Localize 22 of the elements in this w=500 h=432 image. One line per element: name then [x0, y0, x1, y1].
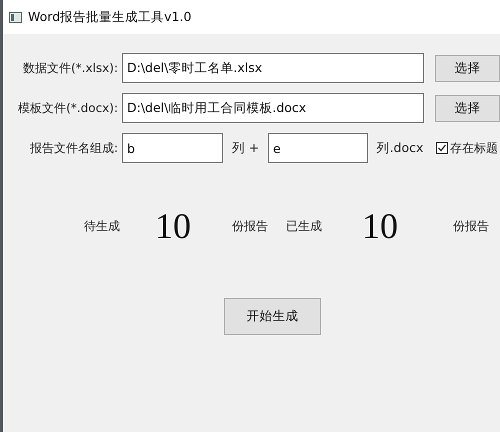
count-value: 10	[155, 205, 191, 247]
column-field[interactable]: b	[122, 133, 223, 163]
count-label: 待生成	[84, 218, 120, 234]
count-unit: 份报告	[232, 218, 268, 234]
column-suffix: 列 +	[230, 140, 260, 156]
header-checkbox[interactable]	[436, 142, 448, 154]
count-value: 10	[362, 205, 398, 247]
column-field[interactable]: e	[268, 133, 368, 163]
path-field[interactable]: D:\del\零时工名单.xlsx	[122, 53, 424, 83]
checkbox-label: 存在标题	[450, 140, 498, 156]
count-unit: 份报告	[453, 218, 489, 234]
browse-button[interactable]: 选择	[435, 54, 500, 82]
field-label: 数据文件(*.xlsx):	[22, 60, 118, 76]
app-icon	[9, 12, 22, 22]
start-button[interactable]: 开始生成	[224, 298, 321, 335]
field-label: 报告文件名组成:	[28, 140, 118, 156]
browse-button[interactable]: 选择	[435, 94, 500, 122]
count-label: 已生成	[286, 218, 322, 234]
path-field[interactable]: D:\del\临时用工合同模板.docx	[122, 93, 424, 123]
extension-label: 列.docx	[376, 140, 424, 156]
window-title: Word报告批量生成工具v1.0	[28, 8, 192, 26]
field-label: 模板文件(*.docx):	[17, 100, 118, 116]
